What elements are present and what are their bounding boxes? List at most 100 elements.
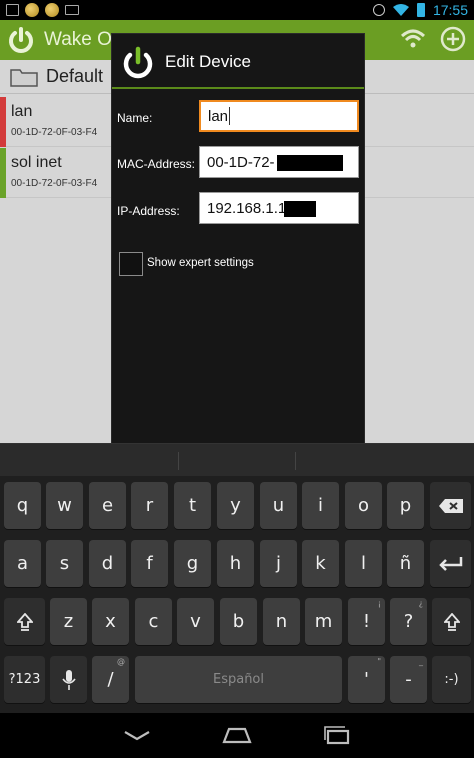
keyboard-icon bbox=[65, 5, 79, 15]
divider bbox=[295, 452, 296, 470]
symbols-key[interactable]: ?123 bbox=[4, 656, 45, 703]
shift-icon bbox=[16, 612, 33, 631]
smiley-key[interactable]: :-) bbox=[432, 656, 471, 703]
key-q[interactable]: q bbox=[4, 482, 41, 529]
voice-input-key[interactable] bbox=[50, 656, 87, 703]
space-key[interactable]: Español bbox=[135, 656, 342, 703]
key-b[interactable]: b bbox=[220, 598, 257, 645]
image-icon bbox=[6, 4, 19, 16]
status-stripe bbox=[0, 148, 6, 198]
power-logo-icon bbox=[123, 46, 153, 79]
alarm-icon bbox=[372, 4, 385, 16]
key-p[interactable]: p bbox=[387, 482, 424, 529]
key-y[interactable]: y bbox=[217, 482, 254, 529]
key-z[interactable]: z bbox=[50, 598, 87, 645]
soft-keyboard: q w e r t y u i o p a s d f g h j k l ñ … bbox=[0, 443, 474, 713]
enter-icon bbox=[438, 556, 462, 571]
ip-value: 192.168.1.1 bbox=[207, 199, 287, 217]
ip-label: IP-Address: bbox=[117, 204, 180, 218]
key-dash[interactable]: - _ bbox=[390, 656, 427, 703]
key-label: - bbox=[405, 669, 412, 690]
key-alt-label: _ bbox=[419, 657, 423, 666]
key-f[interactable]: f bbox=[131, 540, 168, 587]
redaction-bar bbox=[284, 201, 316, 217]
key-alt-label: " bbox=[377, 657, 381, 666]
system-icons: 17:55 bbox=[372, 2, 468, 18]
name-value: lan bbox=[208, 107, 229, 125]
key-n[interactable]: n bbox=[263, 598, 300, 645]
backspace-icon bbox=[438, 498, 463, 513]
text-cursor bbox=[229, 107, 231, 125]
status-bar: 17:55 bbox=[0, 0, 474, 20]
key-t[interactable]: t bbox=[174, 482, 211, 529]
key-alt-label: ¿ bbox=[418, 599, 423, 608]
power-logo-icon[interactable] bbox=[6, 25, 36, 55]
suggestion-strip[interactable] bbox=[0, 444, 474, 476]
key-alt-label: ¡ bbox=[377, 599, 381, 608]
key-label: ' bbox=[364, 669, 369, 690]
key-e[interactable]: e bbox=[89, 482, 126, 529]
dialog-title: Edit Device bbox=[165, 52, 251, 71]
microphone-icon bbox=[61, 669, 76, 690]
key-m[interactable]: m bbox=[305, 598, 342, 645]
ip-address-field[interactable]: 192.168.1.1 bbox=[199, 192, 359, 224]
key-k[interactable]: k bbox=[302, 540, 339, 587]
notification-icons bbox=[6, 3, 79, 17]
add-icon[interactable] bbox=[440, 26, 466, 52]
mac-address-field[interactable]: 00-1D-72- bbox=[199, 146, 359, 178]
device-name: lan bbox=[11, 103, 33, 120]
battery-icon bbox=[416, 3, 425, 17]
key-i[interactable]: i bbox=[302, 482, 339, 529]
key-label: / bbox=[107, 669, 114, 690]
key-d[interactable]: d bbox=[89, 540, 126, 587]
key-a[interactable]: a bbox=[4, 540, 41, 587]
mac-value: 00-1D-72- bbox=[207, 153, 275, 171]
key-r[interactable]: r bbox=[131, 482, 168, 529]
status-stripe bbox=[0, 97, 6, 147]
key-g[interactable]: g bbox=[174, 540, 211, 587]
wifi-icon[interactable] bbox=[400, 28, 426, 50]
key-l[interactable]: l bbox=[345, 540, 382, 587]
clock: 17:55 bbox=[432, 2, 468, 18]
expert-settings-label[interactable]: Show expert settings bbox=[147, 257, 254, 269]
coin-icon bbox=[25, 3, 39, 17]
key-question[interactable]: ? ¿ bbox=[390, 598, 427, 645]
coin-icon bbox=[45, 3, 59, 17]
key-apostrophe[interactable]: ' " bbox=[348, 656, 385, 703]
wifi-icon bbox=[392, 4, 409, 16]
name-label: Name: bbox=[117, 111, 153, 125]
mac-label: MAC-Address: bbox=[117, 157, 196, 171]
key-label: ! bbox=[362, 611, 371, 632]
device-mac: 00-1D-72-0F-03-F4 bbox=[11, 178, 98, 189]
key-alt-label: @ bbox=[117, 657, 125, 666]
expert-settings-checkbox[interactable] bbox=[119, 252, 143, 276]
key-exclamation[interactable]: ! ¡ bbox=[348, 598, 385, 645]
key-c[interactable]: c bbox=[135, 598, 172, 645]
shift-key-right[interactable] bbox=[432, 598, 471, 645]
divider bbox=[178, 452, 179, 470]
key-u[interactable]: u bbox=[260, 482, 297, 529]
name-field[interactable]: lan bbox=[199, 100, 359, 132]
navigation-bar bbox=[0, 713, 474, 758]
enter-key[interactable] bbox=[430, 540, 471, 587]
recent-apps-icon[interactable] bbox=[321, 723, 353, 747]
key-v[interactable]: v bbox=[177, 598, 214, 645]
key-slash[interactable]: / @ bbox=[92, 656, 129, 703]
key-n-tilde[interactable]: ñ bbox=[387, 540, 424, 587]
dialog-header: Edit Device bbox=[112, 34, 364, 89]
key-h[interactable]: h bbox=[217, 540, 254, 587]
shift-icon bbox=[443, 612, 460, 631]
redaction-bar bbox=[277, 155, 343, 171]
back-down-icon[interactable] bbox=[121, 723, 153, 747]
backspace-key[interactable] bbox=[430, 482, 471, 529]
folder-icon bbox=[10, 68, 38, 87]
home-icon[interactable] bbox=[221, 723, 253, 747]
key-o[interactable]: o bbox=[345, 482, 382, 529]
shift-key-left[interactable] bbox=[4, 598, 45, 645]
key-s[interactable]: s bbox=[46, 540, 83, 587]
key-j[interactable]: j bbox=[260, 540, 297, 587]
folder-label: Default bbox=[46, 66, 104, 86]
key-w[interactable]: w bbox=[46, 482, 83, 529]
key-x[interactable]: x bbox=[92, 598, 129, 645]
edit-device-dialog: Edit Device Name: lan MAC-Address: 00-1D… bbox=[111, 33, 365, 444]
